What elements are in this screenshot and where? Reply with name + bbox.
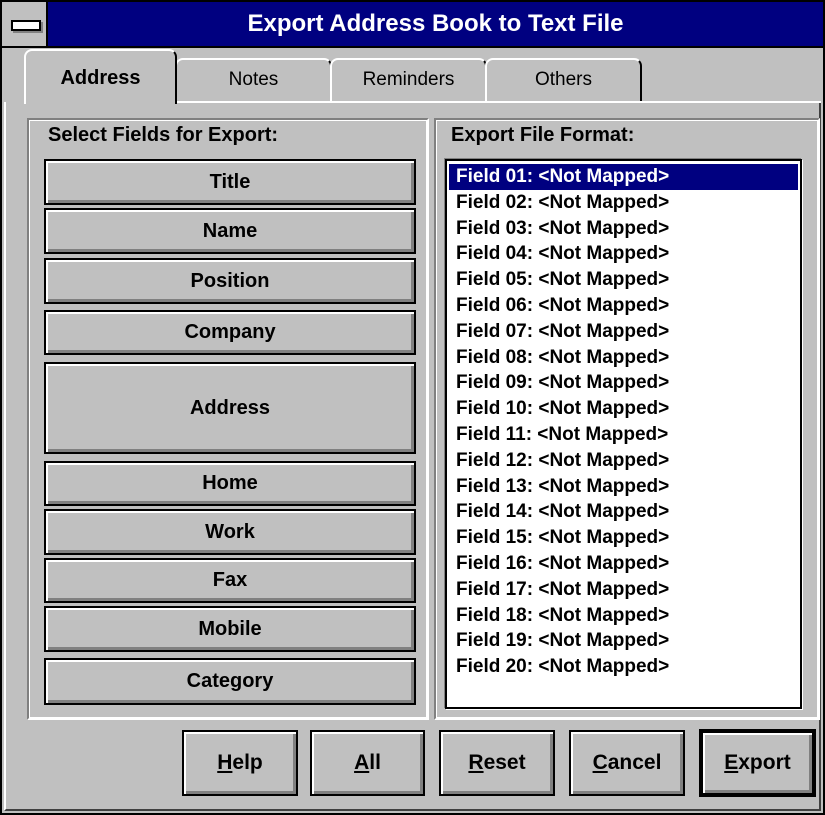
- cancel-mnemonic: C: [592, 751, 608, 774]
- export-mnemonic: E: [724, 751, 739, 774]
- list-item[interactable]: Field 03: <Not Mapped>: [449, 216, 798, 242]
- field-button-fax[interactable]: Fax: [44, 558, 416, 603]
- tab-divider: [177, 101, 821, 103]
- list-item[interactable]: Field 07: <Not Mapped>: [449, 319, 798, 345]
- field-button-name[interactable]: Name: [44, 208, 416, 254]
- cancel-label: ancel: [607, 751, 662, 774]
- field-button-title[interactable]: Title: [44, 159, 416, 205]
- tab-address[interactable]: Address: [24, 49, 177, 104]
- select-fields-heading: Select Fields for Export:: [48, 124, 279, 146]
- field-button-home[interactable]: Home: [44, 461, 416, 506]
- all-button[interactable]: All: [310, 730, 425, 796]
- help-mnemonic: H: [217, 751, 233, 774]
- field-button-company[interactable]: Company: [44, 310, 416, 355]
- field-button-category[interactable]: Category: [44, 658, 416, 705]
- help-button[interactable]: Help: [182, 730, 298, 796]
- list-item[interactable]: Field 10: <Not Mapped>: [449, 396, 798, 422]
- list-item[interactable]: Field 13: <Not Mapped>: [449, 474, 798, 500]
- title-bar: Export Address Book to Text File: [2, 2, 823, 48]
- list-item[interactable]: Field 11: <Not Mapped>: [449, 422, 798, 448]
- export-button[interactable]: Export: [700, 730, 815, 796]
- list-item[interactable]: Field 01: <Not Mapped>: [449, 164, 798, 190]
- tab-others[interactable]: Others: [485, 58, 642, 102]
- list-item[interactable]: Field 15: <Not Mapped>: [449, 525, 798, 551]
- tab-notes[interactable]: Notes: [175, 58, 332, 102]
- all-mnemonic: A: [354, 751, 370, 774]
- field-button-mobile[interactable]: Mobile: [44, 606, 416, 652]
- all-label: ll: [369, 751, 381, 774]
- reset-mnemonic: R: [468, 751, 484, 774]
- list-item[interactable]: Field 12: <Not Mapped>: [449, 448, 798, 474]
- export-field-list[interactable]: Field 01: <Not Mapped> Field 02: <Not Ma…: [445, 159, 802, 709]
- system-menu-icon: [11, 20, 41, 31]
- list-item[interactable]: Field 18: <Not Mapped>: [449, 603, 798, 629]
- list-item[interactable]: Field 05: <Not Mapped>: [449, 267, 798, 293]
- export-format-heading: Export File Format:: [451, 124, 635, 146]
- list-item[interactable]: Field 09: <Not Mapped>: [449, 370, 798, 396]
- list-item[interactable]: Field 16: <Not Mapped>: [449, 551, 798, 577]
- field-button-work[interactable]: Work: [44, 509, 416, 555]
- field-button-position[interactable]: Position: [44, 258, 416, 304]
- list-item[interactable]: Field 04: <Not Mapped>: [449, 241, 798, 267]
- tab-reminders[interactable]: Reminders: [330, 58, 487, 102]
- list-item[interactable]: Field 19: <Not Mapped>: [449, 628, 798, 654]
- list-item[interactable]: Field 17: <Not Mapped>: [449, 577, 798, 603]
- help-label: elp: [232, 751, 263, 774]
- reset-button[interactable]: Reset: [439, 730, 555, 796]
- list-item[interactable]: Field 02: <Not Mapped>: [449, 190, 798, 216]
- field-button-address[interactable]: Address: [44, 362, 416, 454]
- list-item[interactable]: Field 06: <Not Mapped>: [449, 293, 798, 319]
- list-item[interactable]: Field 08: <Not Mapped>: [449, 345, 798, 371]
- list-item[interactable]: Field 20: <Not Mapped>: [449, 654, 798, 680]
- export-label: xport: [738, 751, 791, 774]
- cancel-button[interactable]: Cancel: [569, 730, 685, 796]
- reset-label: eset: [483, 751, 526, 774]
- window-title: Export Address Book to Text File: [247, 10, 624, 37]
- list-item[interactable]: Field 14: <Not Mapped>: [449, 499, 798, 525]
- export-dialog: Export Address Book to Text File Address…: [0, 0, 825, 815]
- system-menu-button[interactable]: [2, 2, 48, 46]
